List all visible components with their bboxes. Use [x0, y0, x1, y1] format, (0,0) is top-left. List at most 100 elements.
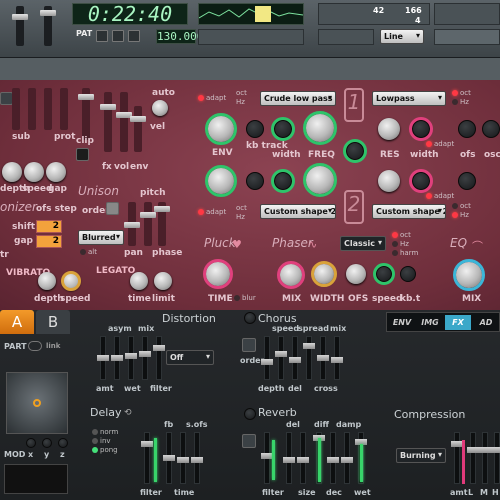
fx-slider[interactable]: [100, 92, 116, 152]
chorus-depth-slider[interactable]: [261, 336, 273, 380]
delay-mix-slider[interactable]: [141, 432, 153, 484]
f1-oct-toggle[interactable]: oct: [236, 89, 247, 97]
compression-h-slider[interactable]: [491, 432, 500, 484]
phaser-ofs-knob[interactable]: [346, 264, 366, 284]
link-toggle[interactable]: [28, 341, 42, 351]
tab-b[interactable]: B: [36, 310, 70, 334]
filter2-adapt-right[interactable]: adapt: [426, 192, 454, 200]
delay-sync-icon[interactable]: ⟲: [124, 408, 132, 418]
phaser-hz-toggle[interactable]: Hz: [392, 240, 409, 248]
filter1-type-select[interactable]: Crude low pass: [260, 91, 336, 106]
time-display[interactable]: 0:22:40: [72, 3, 188, 25]
snap-selector[interactable]: [318, 29, 374, 45]
f2r-oct-toggle[interactable]: oct: [452, 202, 471, 210]
fr-hz-toggle[interactable]: Hz: [452, 98, 469, 106]
phase-slider[interactable]: [154, 202, 170, 246]
filter2-kbtrack-knob[interactable]: [246, 172, 264, 190]
filter1-res-knob[interactable]: [378, 118, 400, 140]
prot-slider[interactable]: [60, 88, 68, 130]
order-button[interactable]: [106, 202, 119, 215]
legato-limit-knob[interactable]: [154, 272, 172, 290]
play-button[interactable]: [96, 30, 108, 42]
auto-knob[interactable]: [152, 100, 168, 116]
f1-adapt-toggle[interactable]: adapt: [198, 94, 226, 102]
f2-hz-toggle[interactable]: Hz: [236, 213, 245, 221]
delay-norm-toggle[interactable]: norm: [92, 428, 118, 436]
filter1-right-type-select[interactable]: Lowpass: [372, 91, 446, 106]
f1-hz-toggle[interactable]: Hz: [236, 98, 245, 106]
vibrato-depth-knob[interactable]: [38, 272, 56, 290]
phaser-kbt-knob[interactable]: [400, 266, 416, 282]
reverb-filter-slider[interactable]: [261, 432, 273, 484]
gap-value[interactable]: 2: [36, 235, 62, 248]
compression-l-slider[interactable]: [467, 432, 479, 484]
reverb-del-slider[interactable]: [283, 432, 295, 484]
distortion-amt-slider[interactable]: [97, 336, 109, 380]
reverb-damp-slider[interactable]: [341, 432, 353, 484]
master-pitch-slider[interactable]: [40, 6, 56, 46]
reverb-dec-slider[interactable]: [327, 432, 339, 484]
chorus-order-button[interactable]: [242, 338, 256, 352]
distortion-asym-slider[interactable]: [111, 336, 123, 380]
filter2-ofs-knob[interactable]: [458, 172, 476, 190]
clip-toggle[interactable]: [76, 148, 89, 161]
reverb-power-button[interactable]: [244, 408, 256, 420]
distortion-mix-slider[interactable]: [139, 336, 151, 380]
tab-adv[interactable]: AD: [473, 315, 499, 330]
filter1-kbtrack-knob[interactable]: [246, 120, 264, 138]
compression-m-slider[interactable]: [479, 432, 491, 484]
chorus-cross-slider[interactable]: [317, 336, 329, 380]
f2r-hz-toggle[interactable]: Hz: [452, 211, 469, 219]
phaser-mode-select[interactable]: Classic: [340, 236, 386, 251]
filter2-res-knob[interactable]: [378, 170, 400, 192]
reverb-size-slider[interactable]: [297, 432, 309, 484]
pitch-slider[interactable]: [140, 202, 156, 246]
pan-slider[interactable]: [124, 202, 140, 246]
vol-slider[interactable]: [116, 92, 132, 152]
f2-oct-toggle[interactable]: oct: [236, 204, 247, 212]
phaser-oct-toggle[interactable]: oct: [392, 231, 411, 239]
fr-oct-toggle[interactable]: oct: [452, 89, 471, 97]
distortion-mode-select[interactable]: Off: [166, 350, 214, 365]
legato-time-knob[interactable]: [130, 272, 148, 290]
record-button[interactable]: [128, 30, 140, 42]
osc2-slider[interactable]: [28, 88, 36, 130]
y-knob[interactable]: [42, 438, 52, 448]
pluck-blur-toggle[interactable]: blur: [234, 294, 256, 302]
sub-slider[interactable]: [12, 88, 20, 130]
delay-sofs-slider[interactable]: [191, 432, 203, 484]
master-volume-slider[interactable]: [12, 6, 28, 46]
tab-fx[interactable]: FX: [445, 315, 471, 330]
filter1-ofs-knob[interactable]: [458, 120, 476, 138]
filter1-osc-knob[interactable]: [482, 120, 500, 138]
tab-img[interactable]: IMG: [417, 315, 443, 330]
unison-mode-select[interactable]: Blurred: [78, 230, 124, 245]
mod-depth-knob[interactable]: [2, 162, 22, 182]
chorus-mix-slider[interactable]: [331, 336, 343, 380]
shift-value[interactable]: 2: [36, 220, 62, 233]
alt-toggle[interactable]: alt: [80, 248, 97, 256]
snap-mode-select[interactable]: Line: [380, 29, 424, 44]
env-slider[interactable]: [130, 106, 146, 152]
chorus-del-slider[interactable]: [289, 336, 301, 380]
pattern-mode-label[interactable]: PAT: [76, 29, 92, 38]
delay-time-slider[interactable]: [177, 432, 189, 484]
chorus-speed-slider[interactable]: [275, 336, 287, 380]
xy-pad[interactable]: [6, 372, 68, 434]
clip-slider[interactable]: [78, 88, 94, 140]
compression-amt-slider[interactable]: [451, 432, 463, 484]
mod-gap-knob[interactable]: [46, 162, 66, 182]
z-knob[interactable]: [58, 438, 68, 448]
stop-button[interactable]: [112, 30, 124, 42]
chorus-spread-slider[interactable]: [303, 336, 315, 380]
reverb-order-button[interactable]: [242, 434, 256, 448]
distortion-wet-slider[interactable]: [125, 336, 137, 380]
compression-mode-select[interactable]: Burning: [396, 448, 446, 463]
filter2-right-type-select[interactable]: Custom shape 2: [372, 204, 446, 219]
toolbar-buttons[interactable]: [434, 3, 500, 25]
filter1-adapt-right[interactable]: adapt: [426, 140, 454, 148]
f2-adapt-toggle[interactable]: adapt: [198, 208, 226, 216]
x-knob[interactable]: [26, 438, 36, 448]
tab-a[interactable]: A: [0, 310, 34, 334]
osc3-slider[interactable]: [44, 88, 52, 130]
